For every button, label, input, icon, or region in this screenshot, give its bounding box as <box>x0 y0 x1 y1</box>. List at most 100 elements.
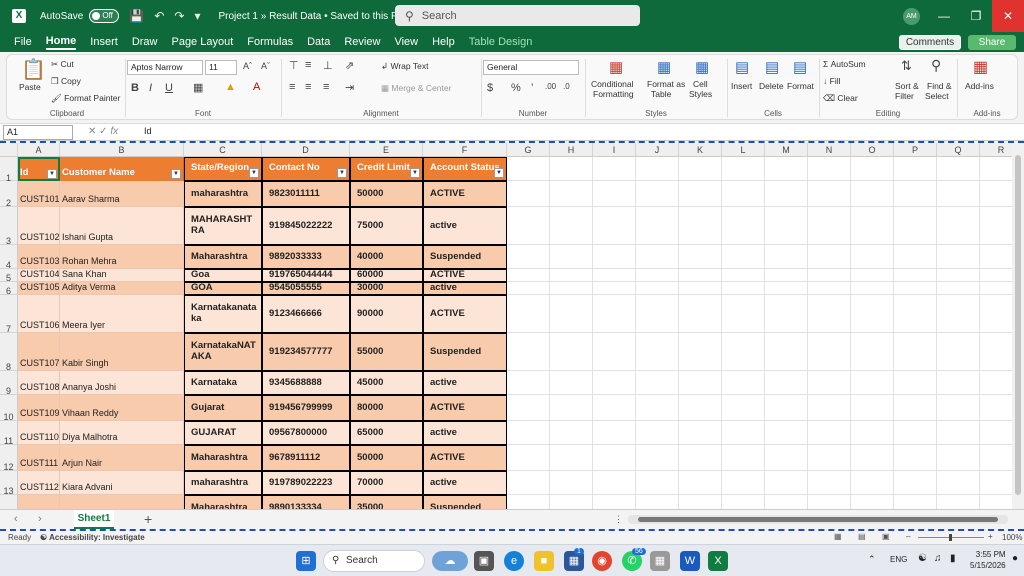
table-cell[interactable]: CUST101 <box>18 181 60 207</box>
empty-cell[interactable] <box>507 245 550 269</box>
insert-cells-icon[interactable]: ▤ <box>735 58 749 76</box>
next-sheet-icon[interactable]: › <box>38 513 42 525</box>
tab-table-design[interactable]: Table Design <box>469 36 533 48</box>
edge-icon[interactable]: e <box>504 551 524 571</box>
excel-taskbar-icon[interactable]: X <box>708 551 728 571</box>
table-cell[interactable]: Suspended <box>423 245 507 269</box>
empty-cell[interactable] <box>636 495 679 509</box>
column-header[interactable]: D <box>262 143 350 157</box>
sheet-tab[interactable]: Sheet1 <box>74 510 114 529</box>
table-header-cell[interactable]: Account Status ▼ <box>423 157 507 181</box>
align-bottom-icon[interactable]: ⊥ <box>323 59 333 72</box>
paste-button[interactable]: Paste <box>19 82 41 92</box>
horizontal-scrollbar[interactable] <box>628 515 1008 524</box>
empty-cell[interactable] <box>937 181 980 207</box>
empty-cell[interactable] <box>980 445 1012 471</box>
row-header[interactable]: 11 <box>0 421 18 446</box>
empty-cell[interactable] <box>550 282 593 295</box>
table-cell[interactable]: 9823011111 <box>262 181 350 207</box>
empty-cell[interactable] <box>722 207 765 245</box>
empty-cell[interactable] <box>765 295 808 333</box>
align-left-icon[interactable]: ≡ <box>289 81 295 93</box>
find-select-button[interactable]: Find & <box>927 81 952 91</box>
table-cell[interactable]: GUJARAT <box>184 421 262 445</box>
empty-cell[interactable] <box>980 471 1012 495</box>
empty-cell[interactable] <box>636 333 679 371</box>
column-header[interactable]: E <box>350 143 423 157</box>
empty-cell[interactable] <box>851 245 894 269</box>
empty-cell[interactable] <box>851 495 894 509</box>
empty-cell[interactable] <box>636 207 679 245</box>
table-cell[interactable]: Suspended <box>423 333 507 371</box>
empty-cell[interactable] <box>550 495 593 509</box>
empty-cell[interactable] <box>808 495 851 509</box>
decrease-font-icon[interactable]: Aˇ <box>261 61 270 71</box>
table-cell[interactable]: Ishani Gupta <box>60 207 184 245</box>
empty-cell[interactable] <box>679 181 722 207</box>
column-header[interactable]: O <box>851 143 894 157</box>
table-cell[interactable]: 35000 <box>350 495 423 509</box>
fill-button[interactable]: ↓ Fill <box>823 76 840 86</box>
restore-icon[interactable]: ❐ <box>960 0 992 32</box>
empty-cell[interactable] <box>765 207 808 245</box>
table-cell[interactable]: 919845022222 <box>262 207 350 245</box>
file-explorer-icon[interactable]: ■ <box>534 551 554 571</box>
empty-cell[interactable] <box>937 269 980 282</box>
empty-cell[interactable] <box>765 371 808 395</box>
name-box[interactable]: A1 <box>3 125 73 140</box>
empty-cell[interactable] <box>636 371 679 395</box>
increase-font-icon[interactable]: Aˆ <box>243 61 252 71</box>
zoom-slider[interactable] <box>918 534 984 541</box>
table-cell[interactable]: 919765044444 <box>262 269 350 282</box>
empty-cell[interactable] <box>808 371 851 395</box>
table-cell[interactable]: Meera Iyer <box>60 295 184 333</box>
format-table-icon[interactable]: ▦ <box>657 58 671 76</box>
vertical-scrollbar[interactable] <box>1012 143 1024 509</box>
empty-cell[interactable] <box>980 295 1012 333</box>
tab-home[interactable]: Home <box>45 35 77 50</box>
empty-cell[interactable] <box>679 371 722 395</box>
empty-cell[interactable] <box>980 371 1012 395</box>
table-cell[interactable]: CUST105 <box>18 282 60 295</box>
table-cell[interactable]: KarnatakaNATAKA <box>184 333 262 371</box>
cell-styles-icon[interactable]: ▦ <box>695 58 709 76</box>
empty-cell[interactable] <box>808 269 851 282</box>
empty-cell[interactable] <box>808 282 851 295</box>
font-name-select[interactable]: Aptos Narrow <box>127 60 203 75</box>
format-painter-button[interactable]: 🖌 Format Painter <box>51 93 120 104</box>
empty-cell[interactable] <box>894 445 937 471</box>
table-cell[interactable]: CUST108 <box>18 371 60 395</box>
empty-cell[interactable] <box>894 295 937 333</box>
empty-cell[interactable] <box>507 181 550 207</box>
empty-cell[interactable] <box>679 421 722 445</box>
empty-cell[interactable] <box>937 333 980 371</box>
empty-cell[interactable] <box>593 269 636 282</box>
row-header[interactable]: 10 <box>0 395 18 422</box>
empty-cell[interactable] <box>679 333 722 371</box>
language-indicator[interactable]: ENG <box>890 555 907 564</box>
empty-cell[interactable] <box>679 282 722 295</box>
empty-cell[interactable] <box>550 157 593 181</box>
align-center-icon[interactable]: ≡ <box>305 81 311 93</box>
table-cell[interactable]: 919456799999 <box>262 395 350 421</box>
empty-cell[interactable] <box>765 181 808 207</box>
sort-filter-button[interactable]: Sort & <box>895 81 919 91</box>
table-cell[interactable]: CUST106 <box>18 295 60 333</box>
empty-cell[interactable] <box>894 282 937 295</box>
table-cell[interactable]: 40000 <box>350 245 423 269</box>
wifi-icon[interactable]: ☯ <box>918 553 927 564</box>
find-select-icon[interactable]: ⚲ <box>931 57 941 74</box>
row-header[interactable]: 13 <box>0 471 18 496</box>
empty-cell[interactable] <box>808 333 851 371</box>
empty-cell[interactable] <box>894 371 937 395</box>
empty-cell[interactable] <box>593 495 636 509</box>
font-size-select[interactable]: 11 <box>205 60 237 75</box>
empty-cell[interactable] <box>636 395 679 421</box>
cut-button[interactable]: ✂ Cut <box>51 59 74 70</box>
empty-cell[interactable] <box>851 157 894 181</box>
cell-styles-button[interactable]: Cell <box>693 79 708 89</box>
conditional-formatting-button[interactable]: Conditional <box>591 79 634 89</box>
empty-cell[interactable] <box>722 157 765 181</box>
undo-icon[interactable]: ↶ <box>154 9 164 23</box>
empty-cell[interactable] <box>894 269 937 282</box>
